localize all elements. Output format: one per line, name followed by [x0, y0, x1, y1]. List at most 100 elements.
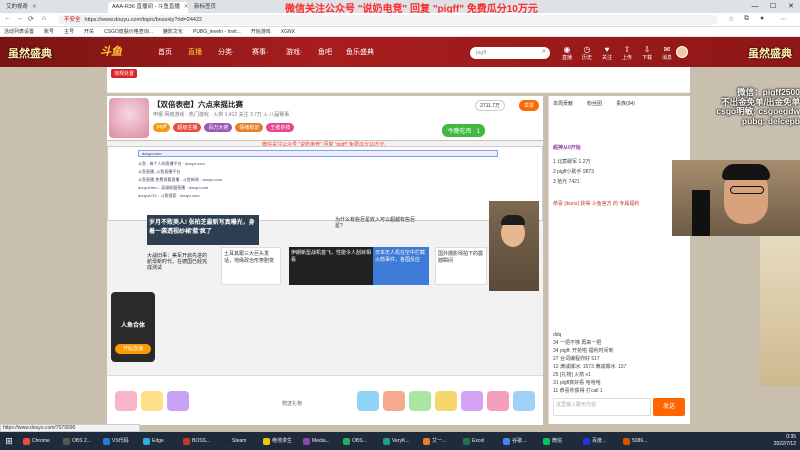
follow-count-button[interactable]: 2711.7万 [475, 100, 505, 111]
news-card: 伊朗新型战机首飞，性能令人刮目相看 [289, 247, 373, 285]
close-tab-icon[interactable]: ✕ [184, 4, 188, 10]
bookmark[interactable]: 开关 [84, 27, 94, 36]
gift-item[interactable] [383, 391, 405, 411]
bookmark[interactable]: 主号 [64, 27, 74, 36]
taskbar-app[interactable]: OBS 2... [62, 435, 91, 447]
bookmark[interactable]: 魅影文化 [163, 27, 183, 36]
taskbar-app[interactable]: Chrome [22, 435, 50, 447]
gift-item[interactable] [461, 391, 483, 411]
gift-caption: 赠送礼物 [282, 401, 303, 407]
search-input[interactable]: pigff [470, 47, 550, 59]
event-banner[interactable]: 虽然盛典 [748, 45, 792, 61]
gift-item[interactable] [435, 391, 457, 411]
close-window-icon[interactable]: ✕ [782, 0, 800, 13]
streamer-inset-cam [489, 201, 539, 291]
rank-row[interactable]: 3 拾光 7421 [553, 178, 685, 186]
tab-contribution[interactable]: 本周贡献 [553, 100, 573, 107]
close-tab-icon[interactable]: ✕ [32, 4, 37, 10]
taskbar-app[interactable]: 艾一... [422, 435, 446, 447]
nav-home[interactable]: 首页 [158, 47, 172, 57]
nav-category[interactable]: 分类· [218, 47, 234, 57]
room-tag[interactable]: 王者杂技 [266, 123, 295, 132]
game-event-button[interactable]: 今晚吃鸡 · 1 [442, 124, 485, 137]
tab-fans[interactable]: 粉丝团 [587, 100, 602, 107]
chat-message: 11 恭喜你获得 打call 1 [553, 388, 603, 394]
news-card: 为什么有些巨星收入可以超越有些巨星? [335, 217, 416, 229]
user-avatar[interactable] [676, 46, 688, 58]
minimize-icon[interactable]: — [746, 0, 764, 13]
left-promo-card: 人鱼合体 开始直播 [111, 292, 155, 362]
taskbar-app[interactable]: Edge [142, 435, 164, 447]
taskbar-app[interactable]: 5086... [622, 435, 647, 447]
tab-nobles[interactable]: 贵族(94) [616, 100, 635, 107]
start-live-button[interactable]: 开始直播 [115, 344, 151, 354]
extensions-icon[interactable]: ⧉ [744, 15, 749, 23]
browser-tab[interactable]: 新标签页 [190, 2, 240, 13]
taskbar-clock[interactable]: 0:35 2022/7/12 [774, 434, 796, 448]
report-button[interactable]: 举报 [518, 100, 539, 111]
room-tag[interactable]: 情绪稳定 [235, 123, 264, 132]
back-icon[interactable]: ← [4, 15, 11, 22]
taskbar-app[interactable]: VS代码 [102, 435, 129, 447]
gift-item[interactable] [115, 391, 137, 411]
browser-tab[interactable]: 艾的视奇 ✕ [2, 2, 50, 13]
taskbar-app[interactable]: 谷歌... [502, 435, 526, 447]
status-url: https://www.douyu.com/7079990 [0, 424, 140, 432]
video-player[interactable]: 微信关注公众号 "说奶电竞" 回复 "pigff" 免费瓜分10万元 douyu… [107, 141, 543, 375]
room-tag[interactable]: pigff [153, 123, 171, 132]
nav-festival[interactable]: 鱼乐盛典 [346, 47, 374, 57]
forward-icon[interactable]: → [16, 15, 23, 22]
search-icon[interactable]: ⌕ [542, 48, 546, 56]
chat-panel: 本周贡献 粉丝团 贵族(94) 超神从0开始 1 北宸破军 1.2万 2 pig… [548, 96, 690, 424]
url-input[interactable]: 不安全 https://www.douyu.com/topic/bossxty?r… [58, 15, 718, 25]
gift-item[interactable] [409, 391, 431, 411]
bookmark[interactable]: 活动列表设置 [4, 27, 34, 36]
send-button[interactable]: 发送 [653, 398, 685, 416]
douyu-logo[interactable]: 斗鱼 [100, 43, 122, 59]
menu-icon[interactable]: ⋯ [780, 15, 787, 23]
nav-fishbar[interactable]: 鱼吧 [318, 47, 332, 57]
bookmark[interactable]: 开始游戏 [251, 27, 271, 36]
violation-tag[interactable]: 违规处置 [111, 69, 138, 78]
taskbar-app[interactable]: OBS... [342, 435, 367, 447]
bookmark[interactable]: 账号 [44, 27, 54, 36]
taskbar-app[interactable]: 绝地求生 [262, 435, 292, 447]
rank-row[interactable]: 1 北宸破军 1.2万 [553, 158, 685, 166]
bookmark[interactable]: XGNX [281, 27, 295, 36]
gift-item[interactable] [487, 391, 509, 411]
maximize-icon[interactable]: ☐ [764, 0, 782, 13]
window-controls: — ☐ ✕ [746, 0, 800, 13]
taskbar-app[interactable]: Steam [222, 435, 246, 447]
windows-start-icon[interactable]: ⊞ [3, 435, 15, 447]
gift-item[interactable] [513, 391, 535, 411]
taskbar-app[interactable]: VeryK... [382, 435, 410, 447]
taskbar: ⊞ Chrome OBS 2... VS代码 Edge BOSS... Steam 绝地求生… [0, 432, 800, 450]
nav-events[interactable]: 赛事· [252, 47, 268, 57]
nav-live[interactable]: 直播 [188, 47, 202, 57]
taskbar-app[interactable]: BOSS... [182, 435, 210, 447]
bookmark[interactable]: PUBG_leveln - Invit... [193, 27, 241, 36]
home-icon[interactable]: ⌂ [42, 15, 46, 22]
event-banner[interactable]: 虽然盛典 [8, 45, 52, 61]
profile-icon[interactable]: ● [760, 15, 764, 22]
room-tag[interactable]: 超级主播 [173, 123, 202, 132]
taskbar-app[interactable]: 微信 [542, 435, 562, 447]
browser-tab-active[interactable]: AAA-R36 直播间 - 斗鱼直播 ✕ [108, 2, 188, 13]
suggestion: douyuHero - 英雄联盟直播 · douyu.com [138, 185, 209, 190]
nav-games[interactable]: 游戏· [286, 47, 302, 57]
room-tag[interactable]: 百万大佬 [204, 123, 233, 132]
reload-icon[interactable]: ⟳ [28, 15, 34, 23]
taskbar-app[interactable]: Media... [302, 435, 330, 447]
gift-item[interactable] [141, 391, 163, 411]
streamer-avatar[interactable] [109, 98, 149, 138]
taskbar-app[interactable]: Excel [462, 435, 484, 447]
chat-input[interactable]: 这里输入聊天内容 [553, 398, 651, 416]
taskbar-app[interactable]: 百度... [582, 435, 606, 447]
star-icon[interactable]: ☆ [728, 15, 734, 23]
rank-row[interactable]: 2 pigff小助手 9873 [553, 168, 685, 176]
gift-item[interactable] [167, 391, 189, 411]
gift-item[interactable] [357, 391, 379, 411]
news-card: 大战旧事：美军开启先进的航母新时代，在德国已经完成测试 [147, 253, 208, 271]
chat-message: 27 台词编程你好 517 [553, 356, 600, 362]
bookmark[interactable]: CSGO皮肤价格查询... [104, 27, 153, 36]
